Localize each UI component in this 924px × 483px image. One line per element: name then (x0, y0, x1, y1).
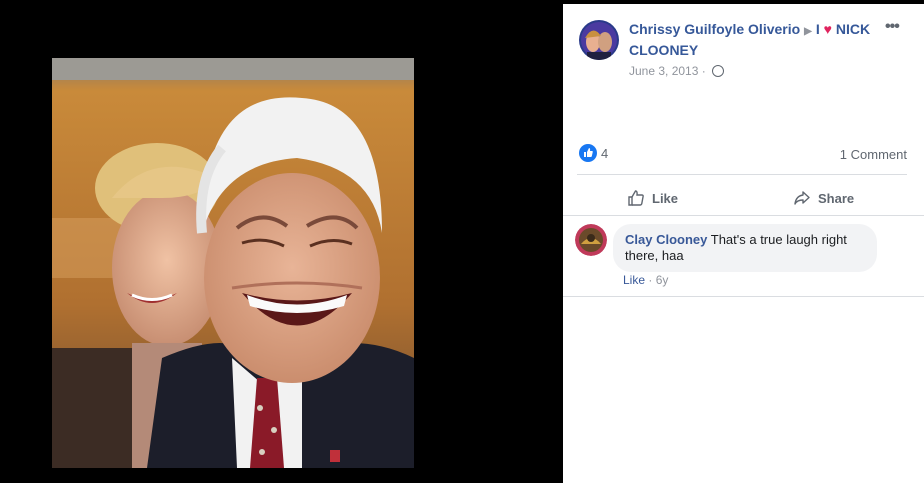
comment-like-link[interactable]: Like (623, 273, 645, 287)
comment-actions: Like · 6y (623, 273, 668, 287)
post-panel: Chrissy Guilfoyle Oliverio ▶ I ♥ NICK CLOO… (563, 4, 924, 483)
meta-separator: · (701, 64, 706, 78)
commenter-avatar[interactable] (575, 224, 607, 256)
reaction-count[interactable]: 4 (601, 146, 608, 161)
divider (577, 174, 907, 175)
comment-separator: · (648, 273, 653, 287)
group-name-prefix: I (815, 21, 820, 37)
post-meta: June 3, 2013 · (629, 64, 725, 78)
commenter-name[interactable]: Clay Clooney (625, 232, 707, 247)
share-arrow-icon (794, 191, 810, 205)
thumbs-up-icon (628, 190, 644, 206)
comment-bubble: Clay Clooney That's a true laugh right t… (613, 224, 877, 272)
divider (563, 215, 924, 216)
play-arrow-icon: ▶ (804, 26, 812, 37)
like-label: Like (652, 190, 679, 206)
author-avatar[interactable] (579, 20, 619, 60)
reactions-row: 4 1 Comment (579, 144, 907, 164)
photo-viewer (0, 0, 563, 483)
comments-count-link[interactable]: 1 Comment (840, 147, 907, 162)
post-photo[interactable] (52, 58, 414, 468)
like-reaction-icon[interactable] (579, 144, 597, 162)
author-name[interactable]: Chrissy Guilfoyle Oliverio (629, 21, 800, 37)
like-button[interactable]: Like (627, 184, 678, 212)
post-date[interactable]: June 3, 2013 (629, 64, 698, 78)
share-label: Share (818, 190, 855, 206)
more-options-icon[interactable]: ••• (885, 18, 900, 36)
divider (563, 296, 924, 297)
post-header: Chrissy Guilfoyle Oliverio ▶ I ♥ NICK CLOO… (629, 20, 879, 60)
comment-age[interactable]: 6y (656, 273, 669, 287)
heart-icon: ♥ (823, 21, 832, 37)
share-button[interactable]: Share (793, 184, 854, 212)
globe-icon (712, 65, 725, 77)
